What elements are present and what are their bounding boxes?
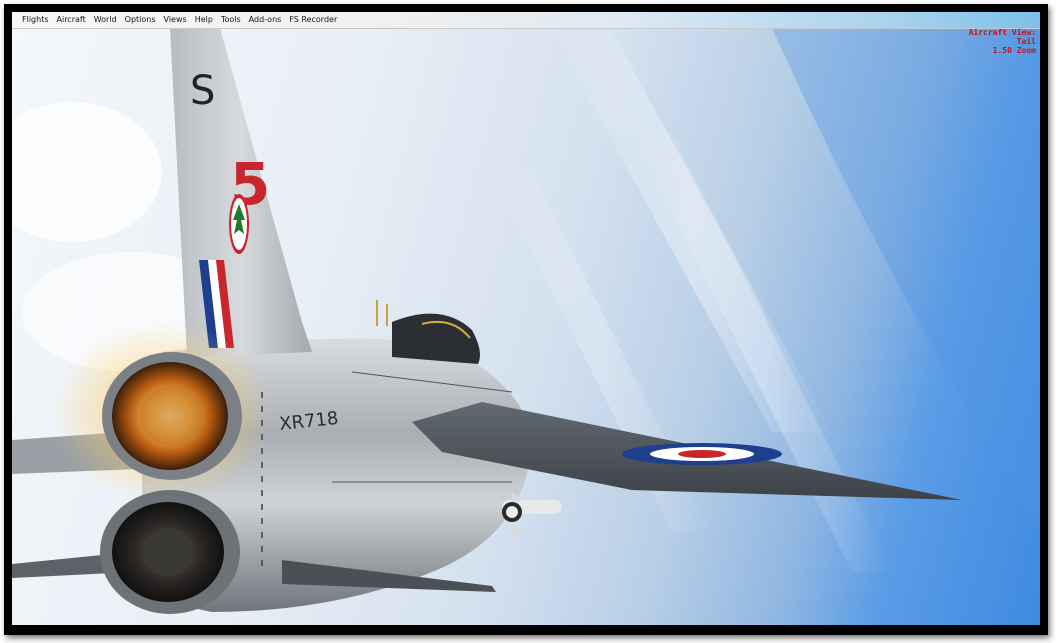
flight-scene: S 5 XR718: [12, 28, 1040, 614]
view-info-zoom: 1.50 Zoom: [992, 46, 1036, 55]
upper-engine-nozzle: [102, 352, 242, 480]
menu-add-ons[interactable]: Add-ons: [245, 12, 286, 28]
menu-help[interactable]: Help: [191, 12, 217, 28]
menu-world[interactable]: World: [90, 12, 121, 28]
menu-aircraft[interactable]: Aircraft: [53, 12, 90, 28]
fin-letter: S: [190, 68, 215, 114]
wing-roundel: [622, 443, 782, 465]
menu-fs-recorder[interactable]: FS Recorder: [285, 12, 341, 28]
window-frame: Flights Aircraft World Options Views Hel…: [4, 4, 1048, 635]
lower-engine-nozzle: [100, 490, 240, 614]
menu-tools[interactable]: Tools: [217, 12, 245, 28]
fin-roundel: [229, 194, 249, 254]
menu-flights[interactable]: Flights: [18, 12, 53, 28]
view-info-mode: Tail: [1016, 37, 1036, 46]
view-info-overlay: Aircraft View: Tail 1.50 Zoom: [969, 28, 1036, 55]
menu-views[interactable]: Views: [160, 12, 191, 28]
menu-bar: Flights Aircraft World Options Views Hel…: [12, 12, 1040, 29]
simulator-viewport[interactable]: Flights Aircraft World Options Views Hel…: [12, 12, 1040, 625]
view-info-title: Aircraft View:: [968, 28, 1036, 37]
menu-options[interactable]: Options: [121, 12, 160, 28]
